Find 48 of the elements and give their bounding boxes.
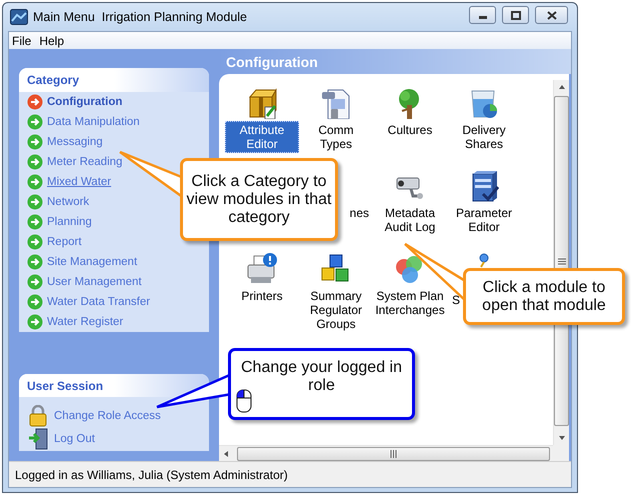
close-icon [546, 10, 556, 20]
session-link[interactable]: Log Out [54, 432, 95, 444]
module-label[interactable]: Comm Types [299, 121, 373, 153]
horizontal-scrollbar[interactable] [219, 445, 553, 461]
module-label[interactable]: Printers [238, 287, 286, 305]
category-link[interactable]: Site Management [47, 256, 138, 268]
menu-item[interactable]: File [12, 34, 32, 48]
callout-text: Click a module to open that module [481, 278, 607, 314]
module-label[interactable]: Summary Regulator Groups [299, 287, 373, 333]
grip-icon [558, 258, 566, 264]
session-link[interactable]: Change Role Access [54, 410, 161, 422]
door-exit-icon[interactable] [28, 428, 48, 450]
category-link[interactable]: Messaging [47, 136, 103, 148]
category-link[interactable]: Meter Reading [47, 156, 122, 168]
mouse-icon [236, 389, 252, 413]
grip-icon [390, 450, 397, 458]
panel-title: Category [27, 73, 80, 87]
window-title: Main Menu Irrigation Planning Module [33, 10, 248, 24]
maximize-button[interactable] [502, 6, 529, 24]
module-label[interactable]: System Plan Interchanges [372, 287, 448, 319]
printer-icon[interactable] [245, 253, 279, 285]
panel-title: User Session [27, 378, 104, 392]
category-link[interactable]: Data Manipulation [47, 116, 140, 128]
app-icon [10, 9, 28, 25]
category-link[interactable]: User Management [47, 276, 142, 288]
scroll-thumb[interactable] [237, 446, 550, 460]
callout-text: Change your logged in role [240, 359, 403, 395]
module-label[interactable]: nes [346, 204, 372, 222]
category-link[interactable]: Configuration [47, 96, 122, 108]
category-link[interactable]: Report [47, 236, 82, 248]
minimize-button[interactable] [469, 6, 496, 24]
menu-item[interactable]: Help [39, 34, 64, 48]
module-label[interactable]: Attribute Editor [225, 121, 299, 153]
category-link[interactable]: Mixed Water [47, 176, 112, 188]
module-label[interactable]: Parameter Editor [447, 204, 521, 236]
maximize-icon [510, 10, 520, 20]
category-link[interactable]: Water Register [47, 316, 124, 328]
category-link[interactable]: Planning [47, 216, 92, 228]
module-label[interactable]: Cultures [384, 121, 436, 139]
lock-icon[interactable] [28, 404, 48, 426]
category-link[interactable]: Network [47, 196, 90, 208]
section-title: Configuration [226, 54, 318, 70]
status-text: Logged in as Williams, Julia (System Administrator) [15, 468, 288, 482]
module-label[interactable]: Metadata Audit Log [373, 204, 447, 236]
category-link[interactable]: Water Data Transfer [47, 296, 150, 308]
callout-text: Click a Category to view modules in that category [186, 172, 332, 226]
module-label[interactable]: Delivery Shares [447, 121, 521, 153]
close-button[interactable] [535, 6, 568, 24]
